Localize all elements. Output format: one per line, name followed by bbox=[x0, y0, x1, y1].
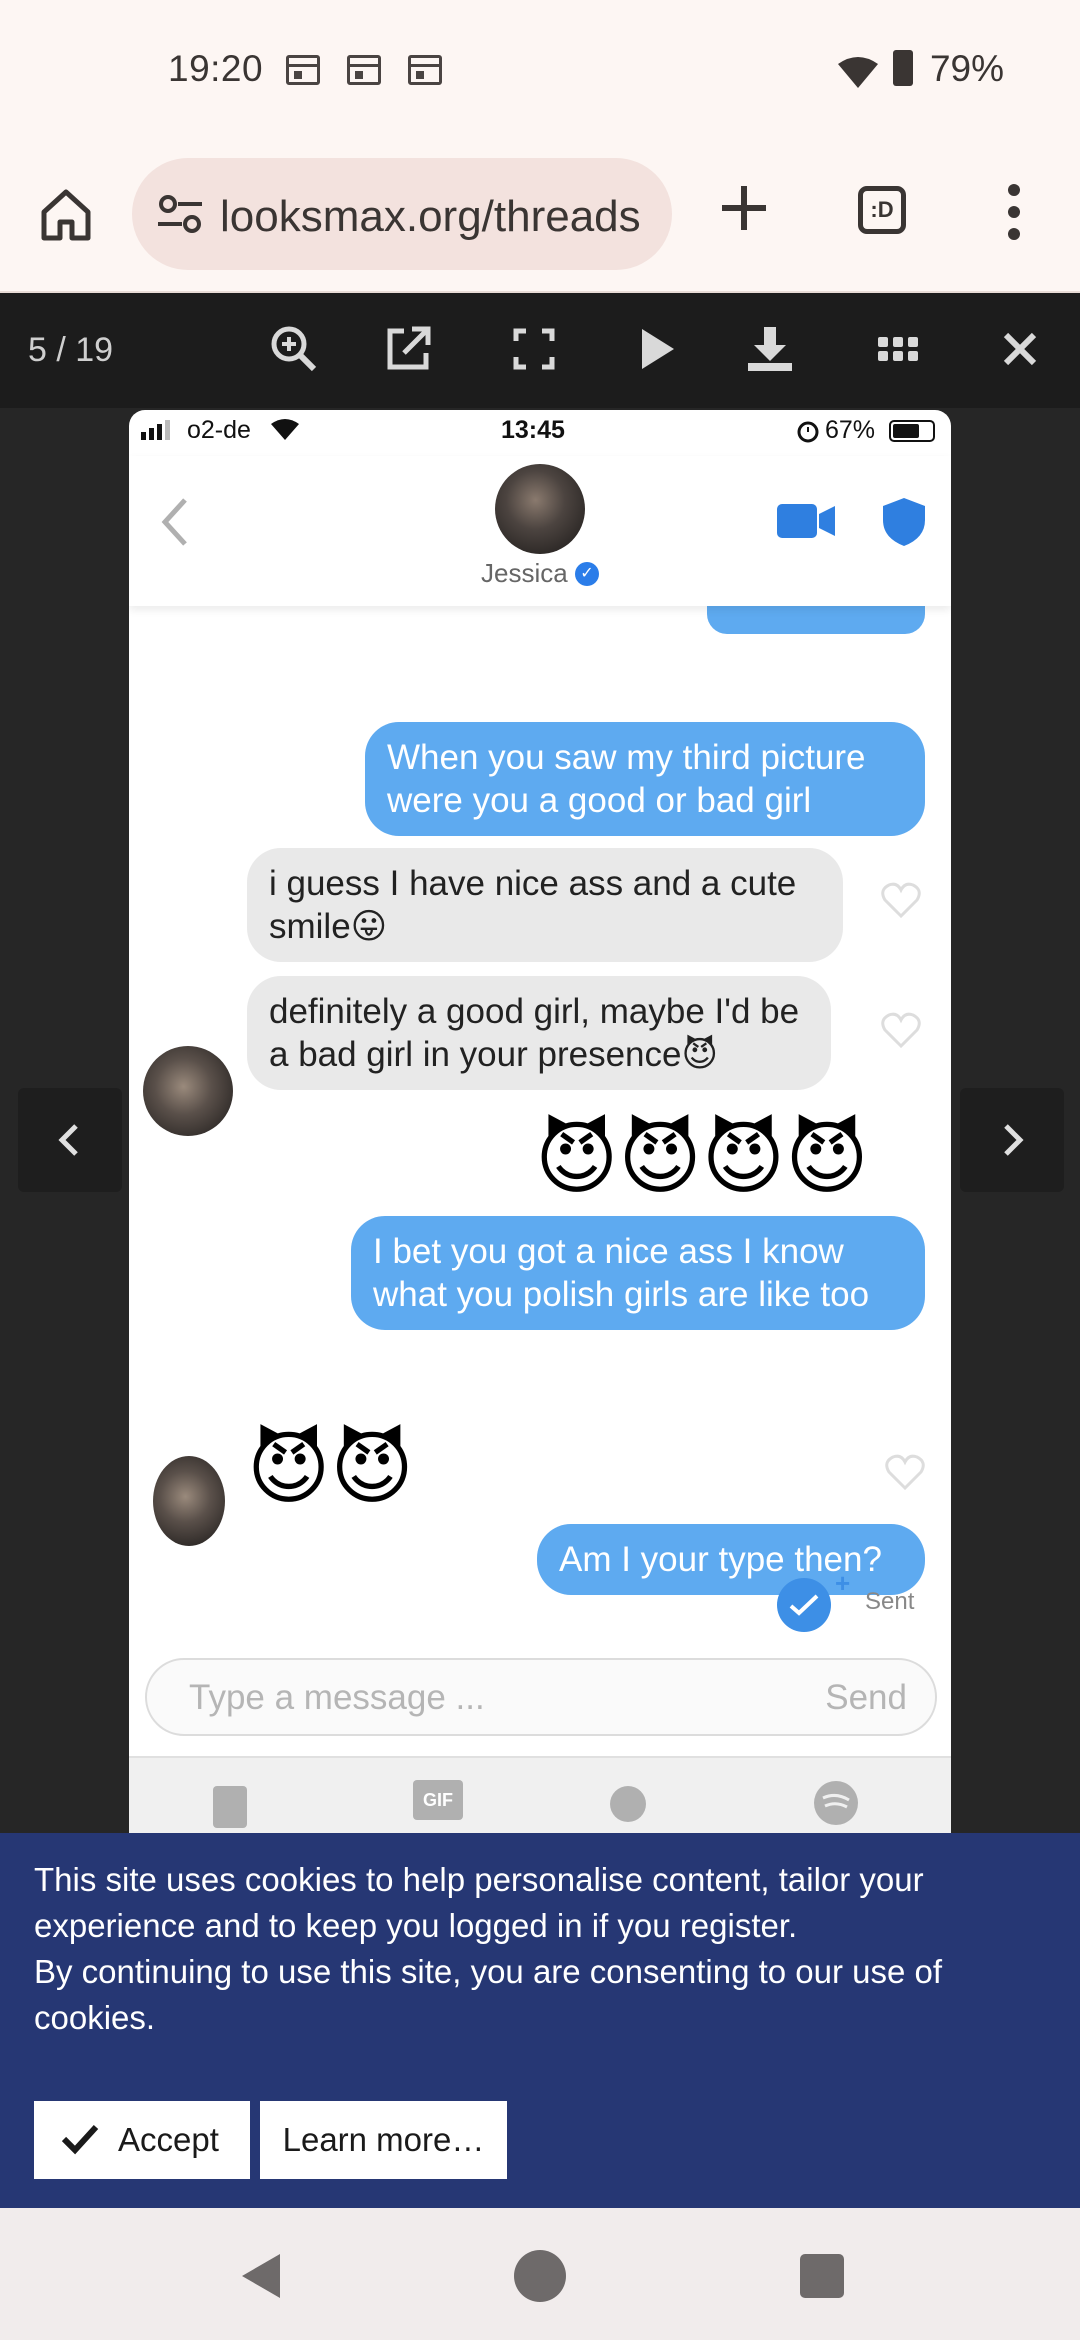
ios-time: 13:45 bbox=[501, 416, 565, 444]
like-heart-icon[interactable] bbox=[881, 1012, 921, 1048]
previous-image-button[interactable] bbox=[18, 1088, 122, 1192]
emoji-message-sent: 😈😈😈😈 bbox=[535, 1112, 869, 1205]
chevron-right-icon bbox=[1004, 1124, 1024, 1156]
back-icon[interactable] bbox=[236, 2250, 284, 2302]
recent-apps-icon[interactable] bbox=[800, 2254, 844, 2298]
site-settings-icon[interactable] bbox=[156, 192, 204, 236]
contact-name: Jessica bbox=[481, 558, 568, 588]
calendar-icon bbox=[408, 55, 442, 85]
checkmark-icon bbox=[61, 2124, 99, 2155]
ios-status-bar: o2-de 13:45 67% bbox=[129, 410, 951, 456]
home-circle-icon[interactable] bbox=[514, 2250, 566, 2302]
more-menu-icon[interactable] bbox=[1006, 184, 1022, 244]
message-bubble-sent: Am I your type then? bbox=[537, 1524, 925, 1595]
contact-avatar[interactable] bbox=[495, 464, 585, 554]
alarm-icon bbox=[797, 421, 819, 443]
home-icon[interactable] bbox=[38, 186, 94, 242]
calendar-icon bbox=[286, 55, 320, 85]
sparkle-icon[interactable] bbox=[605, 1778, 651, 1824]
new-tab-button[interactable] bbox=[716, 180, 772, 236]
video-call-icon[interactable] bbox=[777, 502, 835, 540]
battery-percent: 79% bbox=[929, 48, 1004, 89]
plus-icon: + bbox=[835, 1568, 851, 1598]
battery-icon bbox=[889, 420, 935, 442]
battery-icon bbox=[893, 50, 913, 86]
thumbnails-grid-icon[interactable] bbox=[872, 323, 924, 375]
status-bar: 19:20 79% bbox=[0, 0, 1080, 140]
like-heart-icon[interactable] bbox=[881, 882, 921, 918]
fullscreen-icon[interactable] bbox=[508, 323, 560, 375]
sent-status: Sent bbox=[865, 1588, 915, 1615]
emoji-message-received: 😈😈 bbox=[247, 1422, 414, 1515]
send-button[interactable]: Send bbox=[825, 1678, 907, 1718]
message-bubble-partial bbox=[707, 602, 925, 634]
contact-avatar-small[interactable] bbox=[153, 1456, 225, 1546]
cookie-notice-line1: This site uses cookies to help personali… bbox=[34, 1861, 924, 1944]
next-image-button[interactable] bbox=[960, 1088, 1064, 1192]
wifi-icon bbox=[838, 57, 878, 88]
ios-battery-percent: 67% bbox=[825, 416, 876, 444]
verified-badge-icon: ✓ bbox=[575, 562, 599, 586]
close-icon[interactable] bbox=[994, 323, 1046, 375]
lightbox-toolbar: 5 / 19 bbox=[0, 293, 1080, 408]
screen: 19:20 79% looksmax.org/threads :D 5 / 19… bbox=[0, 0, 1080, 2340]
cookie-notice-text: This site uses cookies to help personali… bbox=[34, 1857, 1044, 2041]
shield-icon[interactable] bbox=[881, 496, 927, 548]
address-bar[interactable]: looksmax.org/threads bbox=[132, 158, 672, 270]
download-icon[interactable] bbox=[744, 323, 796, 375]
message-bubble-sent: When you saw my third picture were you a… bbox=[365, 722, 925, 836]
tab-switcher-button[interactable]: :D bbox=[858, 186, 906, 234]
read-receipt-icon bbox=[777, 1578, 831, 1632]
back-chevron-icon[interactable] bbox=[155, 492, 195, 552]
system-nav-bar bbox=[0, 2208, 1080, 2340]
image-lightbox: 5 / 19 o2-de 13:45 67% Jessica ✓ When yo… bbox=[0, 293, 1080, 1850]
chevron-left-icon bbox=[58, 1124, 78, 1156]
cookie-banner: This site uses cookies to help personali… bbox=[0, 1833, 1080, 2208]
calendar-icon bbox=[347, 55, 381, 85]
message-composer[interactable]: Type a message ... Send bbox=[145, 1658, 937, 1736]
contact-card-icon[interactable] bbox=[211, 1784, 251, 1828]
wifi-icon bbox=[271, 419, 299, 440]
message-bubble-received: i guess I have nice ass and a cute smile… bbox=[247, 848, 843, 962]
accept-label: Accept bbox=[118, 2121, 219, 2158]
chat-screenshot-image: o2-de 13:45 67% Jessica ✓ When you saw m… bbox=[129, 410, 951, 1850]
contact-avatar-small[interactable] bbox=[143, 1046, 233, 1136]
learn-more-button[interactable]: Learn more… bbox=[260, 2101, 507, 2179]
signal-icon bbox=[141, 418, 179, 440]
message-bubble-received: definitely a good girl, maybe I'd be a b… bbox=[247, 976, 831, 1090]
status-time: 19:20 bbox=[168, 48, 264, 89]
message-bubble-sent: I bet you got a nice ass I know what you… bbox=[351, 1216, 925, 1330]
cookie-notice-line2: By continuing to use this site, you are … bbox=[34, 1953, 943, 2036]
browser-toolbar: looksmax.org/threads :D bbox=[0, 140, 1080, 293]
accept-cookies-button[interactable]: Accept bbox=[34, 2101, 250, 2179]
zoom-in-icon[interactable] bbox=[268, 323, 320, 375]
message-input[interactable]: Type a message ... bbox=[189, 1678, 485, 1718]
open-external-icon[interactable] bbox=[382, 323, 434, 375]
image-counter: 5 / 19 bbox=[28, 331, 114, 369]
gif-button[interactable]: GIF bbox=[413, 1780, 463, 1820]
chat-header: Jessica ✓ bbox=[129, 456, 951, 606]
carrier-label: o2-de bbox=[187, 416, 251, 444]
slideshow-play-icon[interactable] bbox=[630, 323, 682, 375]
url-text[interactable]: looksmax.org/threads bbox=[220, 192, 664, 242]
like-heart-icon[interactable] bbox=[885, 1454, 925, 1490]
spotify-icon[interactable] bbox=[811, 1778, 861, 1828]
